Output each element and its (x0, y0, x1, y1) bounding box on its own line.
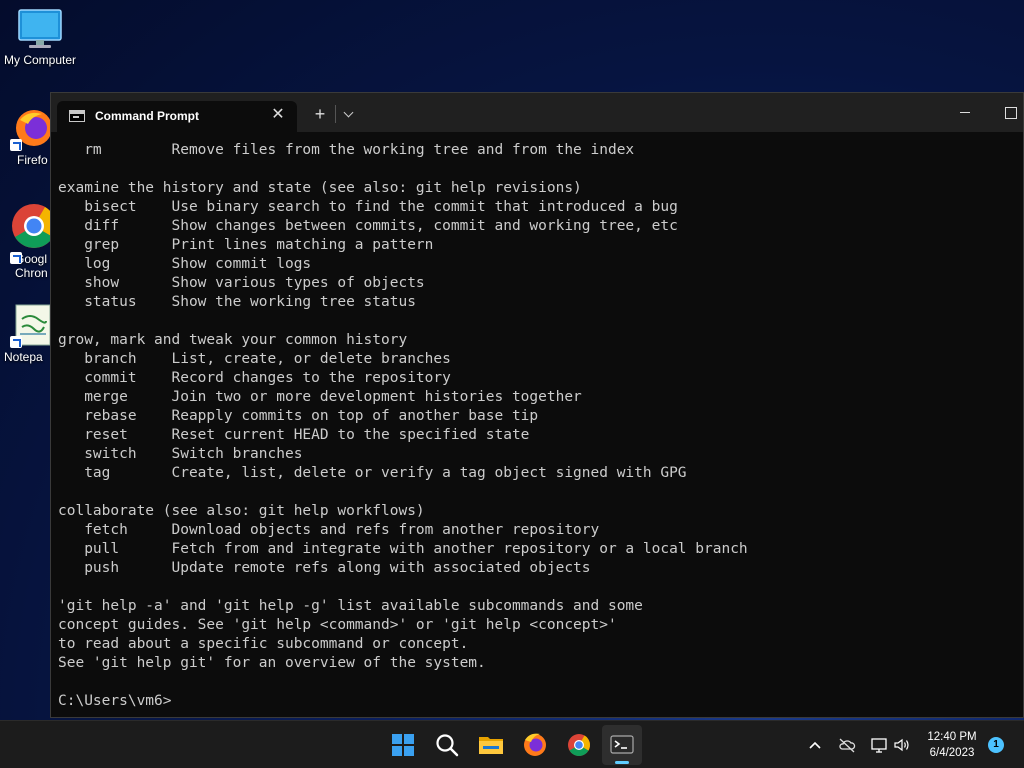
terminal-icon (610, 735, 634, 754)
title-bar[interactable]: Command Prompt ✕ + (51, 93, 1023, 132)
terminal-line: grow, mark and tweak your common history (58, 332, 408, 348)
desktop-icon-label: My Computer (3, 53, 77, 67)
shortcut-arrow-icon (10, 139, 22, 151)
terminal-line: concept guides. See 'git help <command>'… (58, 617, 617, 633)
terminal-line: branch List, create, or delete branches (58, 351, 451, 367)
terminal-line: switch Switch branches (58, 446, 303, 462)
shortcut-arrow-icon (10, 336, 22, 348)
terminal-line: See 'git help git' for an overview of th… (58, 655, 486, 671)
notification-badge[interactable]: 1 (988, 737, 1004, 753)
cloud-offline-icon[interactable] (837, 735, 857, 755)
clock-date: 6/4/2023 (929, 747, 975, 759)
active-app-indicator (615, 761, 629, 764)
tab-dropdown-chevron-down-icon[interactable] (338, 103, 360, 125)
terminal-line: grep Print lines matching a pattern (58, 237, 434, 253)
terminal-line: commit Record changes to the repository (58, 370, 451, 386)
terminal-line: fetch Download objects and refs from ano… (58, 522, 600, 538)
desktop-icon-my-computer[interactable]: My Computer (0, 8, 80, 67)
search-button[interactable] (427, 725, 467, 765)
new-tab-button[interactable]: + (309, 103, 331, 125)
terminal-line: C:\Users\vm6> (58, 693, 172, 709)
file-explorer-button[interactable] (471, 725, 511, 765)
maximize-button[interactable] (991, 101, 1024, 125)
terminal-output[interactable]: rm Remove files from the working tree an… (51, 132, 1023, 717)
shortcut-arrow-icon (10, 252, 22, 264)
tab-command-prompt[interactable]: Command Prompt ✕ (57, 101, 297, 132)
terminal-line: rm Remove files from the working tree an… (58, 142, 635, 158)
terminal-line: bisect Use binary search to find the com… (58, 199, 678, 215)
chrome-icon (568, 734, 590, 756)
terminal-line: pull Fetch from and integrate with anoth… (58, 541, 748, 557)
terminal-line: 'git help -a' and 'git help -g' list ava… (58, 598, 643, 614)
terminal-line: push Update remote refs along with assoc… (58, 560, 591, 576)
search-icon (436, 734, 459, 757)
terminal-line: status Show the working tree status (58, 294, 416, 310)
computer-icon (18, 9, 62, 48)
firefox-taskbar-button[interactable] (515, 725, 555, 765)
terminal-line: diff Show changes between commits, commi… (58, 218, 678, 234)
toolbar-divider (335, 105, 336, 123)
firefox-icon (524, 733, 546, 756)
start-button[interactable] (383, 725, 423, 765)
terminal-line: merge Join two or more development histo… (58, 389, 582, 405)
terminal-taskbar-button[interactable] (602, 725, 642, 765)
network-icon[interactable] (869, 735, 889, 755)
clock-time: 12:40 PM (927, 731, 977, 743)
chrome-taskbar-button[interactable] (559, 725, 599, 765)
system-clock[interactable]: 12:40 PM 6/4/2023 (918, 729, 986, 761)
file-explorer-icon (479, 737, 503, 754)
tab-title: Command Prompt (95, 109, 200, 123)
terminal-line: reset Reset current HEAD to the specifie… (58, 427, 530, 443)
taskbar: 12:40 PM 6/4/2023 1 (0, 720, 1024, 768)
chevron-up-icon[interactable] (805, 735, 825, 755)
terminal-line: show Show various types of objects (58, 275, 425, 291)
tab-close-button[interactable]: ✕ (267, 104, 289, 126)
minimize-button[interactable] (945, 101, 985, 125)
terminal-line: tag Create, list, delete or verify a tag… (58, 465, 687, 481)
terminal-line: collaborate (see also: git help workflow… (58, 503, 425, 519)
terminal-line: rebase Reapply commits on top of another… (58, 408, 539, 424)
volume-icon[interactable] (892, 735, 912, 755)
command-prompt-window[interactable]: Command Prompt ✕ + rm Remove files from … (50, 92, 1024, 718)
terminal-line: examine the history and state (see also:… (58, 180, 582, 196)
terminal-line: to read about a specific subcommand or c… (58, 636, 469, 652)
command-prompt-icon (69, 110, 85, 122)
terminal-line: log Show commit logs (58, 256, 312, 272)
windows-start-icon (392, 734, 414, 756)
